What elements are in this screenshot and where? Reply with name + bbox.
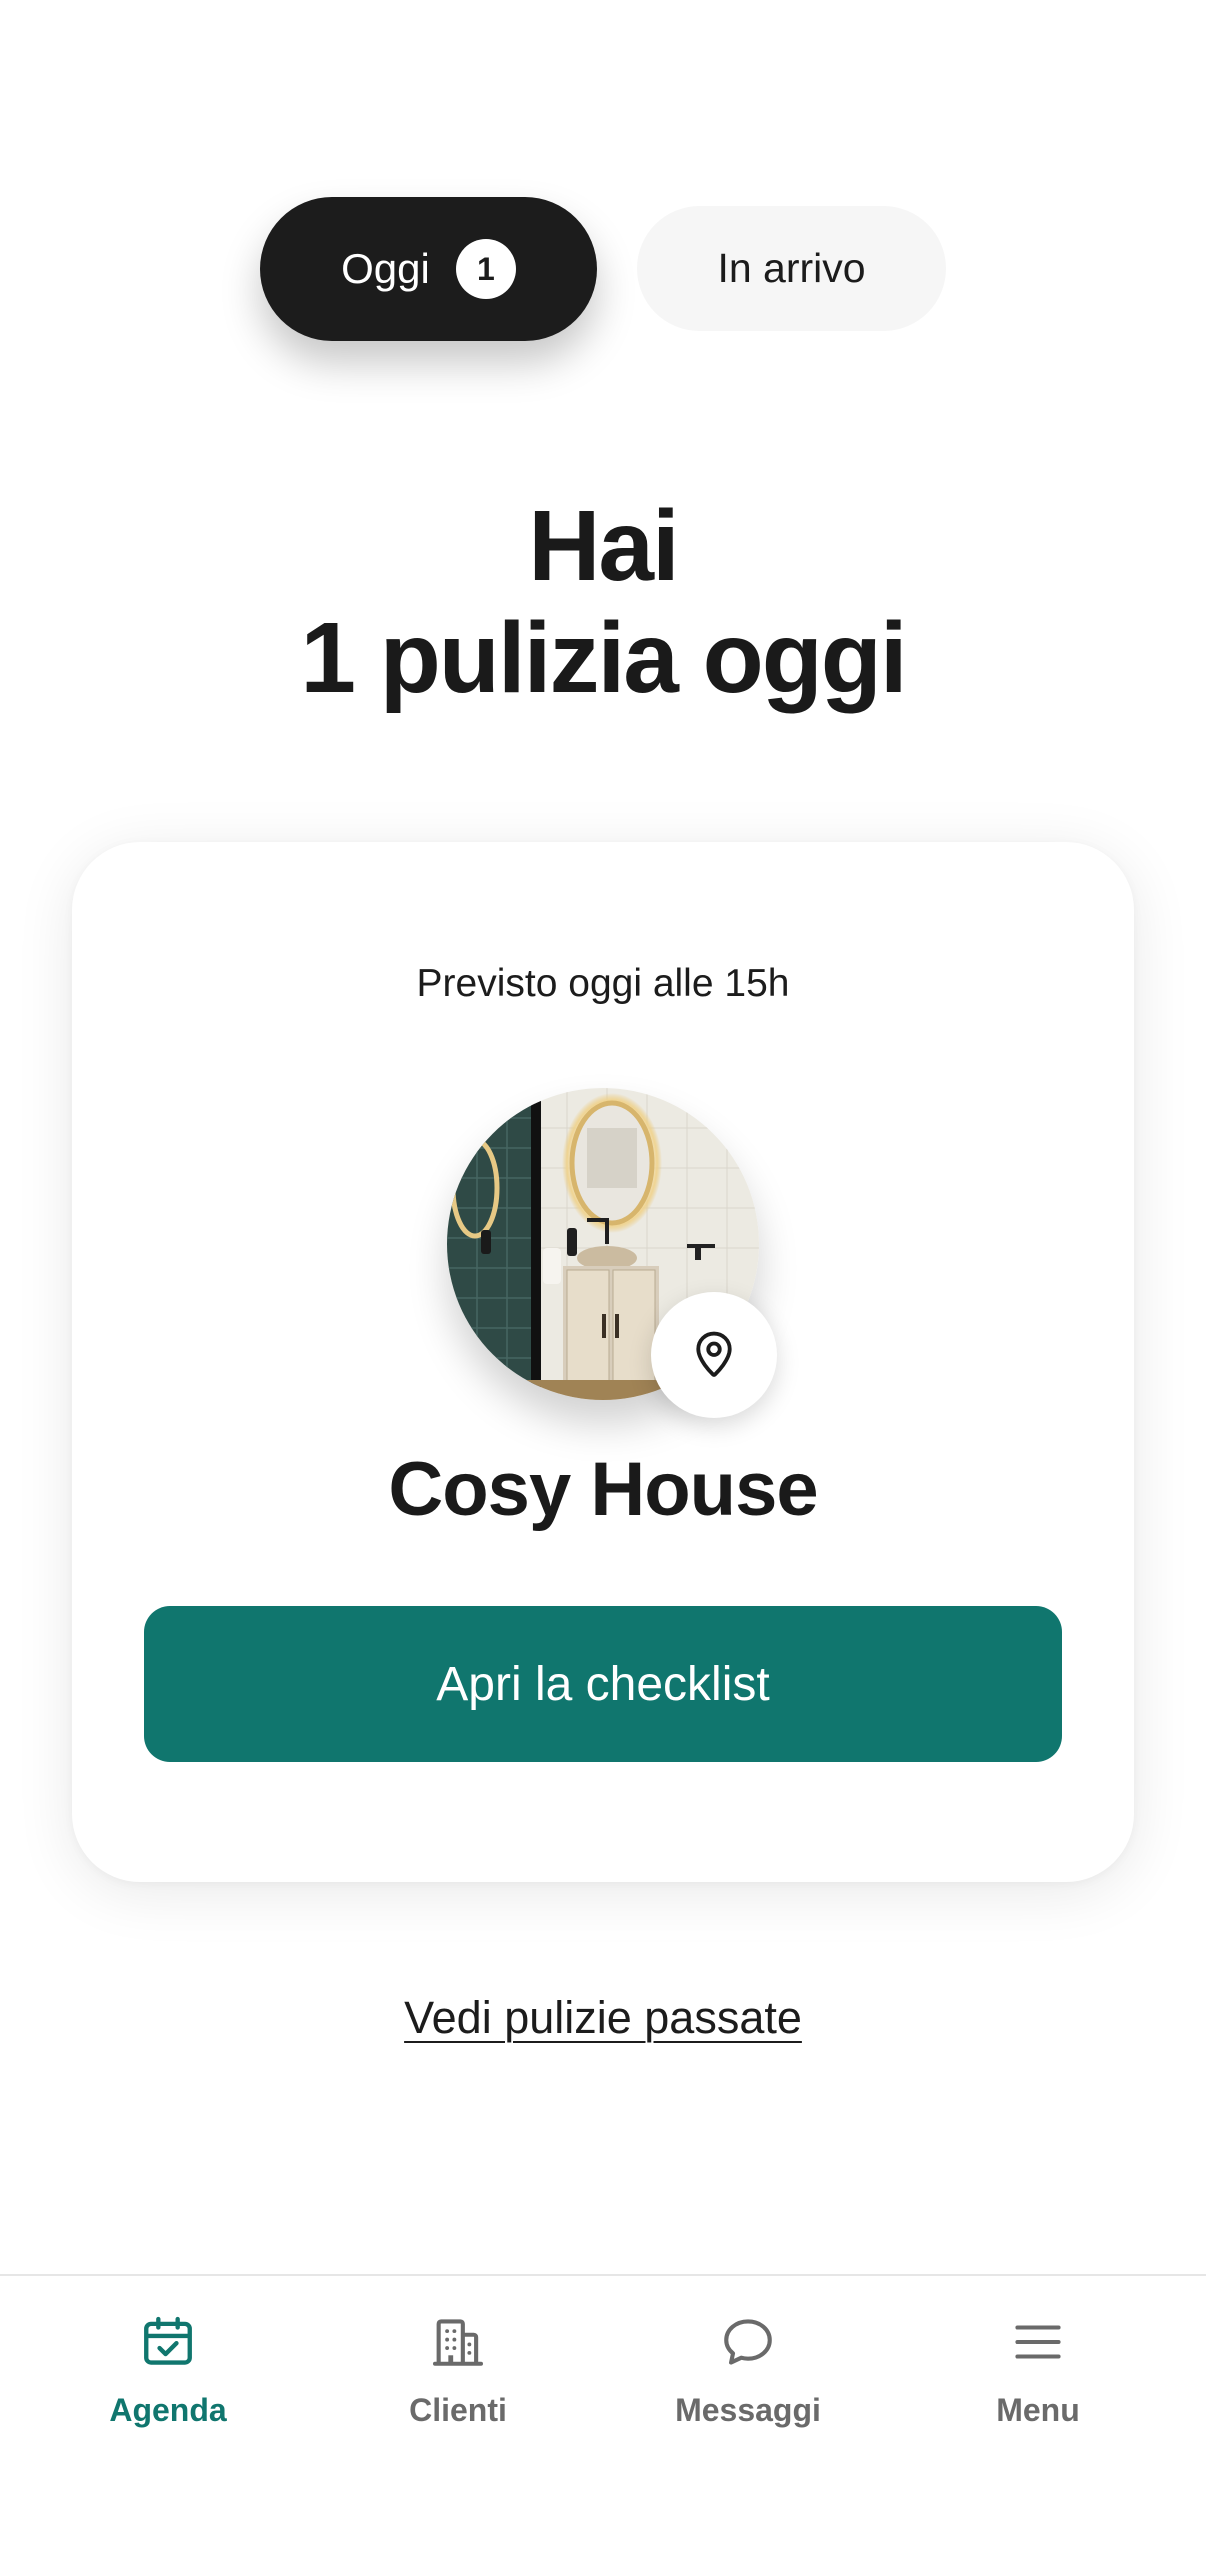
nav-label-agenda: Agenda: [109, 2392, 227, 2428]
nav-item-menu[interactable]: Menu: [908, 2310, 1168, 2429]
page-title-line2: 1 pulizia oggi: [300, 602, 907, 714]
nav-item-clienti[interactable]: Clienti: [328, 2310, 588, 2429]
page-title: Hai 1 pulizia oggi: [0, 490, 1206, 714]
segmented-tabs: Oggi 1 In arrivo: [0, 197, 1206, 341]
tab-today-label: Oggi: [341, 245, 430, 292]
nav-item-messaggi[interactable]: Messaggi: [618, 2310, 878, 2429]
tab-today-count-badge: 1: [455, 239, 516, 299]
hamburger-menu-icon: [1015, 2325, 1061, 2359]
chat-bubble-icon: [724, 2319, 772, 2365]
building-icon: [432, 2319, 484, 2366]
open-checklist-button[interactable]: Apri la checklist: [144, 1606, 1062, 1762]
nav-label-menu: Menu: [996, 2392, 1080, 2428]
bottom-nav: Agenda Clienti Messaggi Menu: [0, 2274, 1206, 2552]
nav-label-clienti: Clienti: [409, 2392, 507, 2428]
map-pin-icon: [696, 1331, 732, 1377]
past-cleanings-container: Vedi pulizie passate: [0, 1992, 1206, 2044]
location-button[interactable]: [651, 1292, 777, 1418]
app-screen: Oggi 1 In arrivo Hai 1 pulizia oggi Prev…: [0, 0, 1206, 2552]
calendar-check-icon: [144, 2316, 192, 2365]
page-title-line1: Hai: [528, 490, 680, 602]
cleaning-card: Previsto oggi alle 15h Cosy House Apri l…: [72, 842, 1134, 1882]
tab-today[interactable]: Oggi 1: [260, 197, 597, 341]
nav-label-messaggi: Messaggi: [675, 2392, 821, 2428]
nav-item-agenda[interactable]: Agenda: [38, 2310, 298, 2429]
property-name: Cosy House: [388, 1447, 818, 1532]
tab-upcoming-label: In arrivo: [717, 245, 866, 291]
past-cleanings-link[interactable]: Vedi pulizie passate: [404, 1992, 802, 2043]
tab-upcoming[interactable]: In arrivo: [637, 206, 946, 331]
scheduled-time: Previsto oggi alle 15h: [416, 962, 790, 1005]
